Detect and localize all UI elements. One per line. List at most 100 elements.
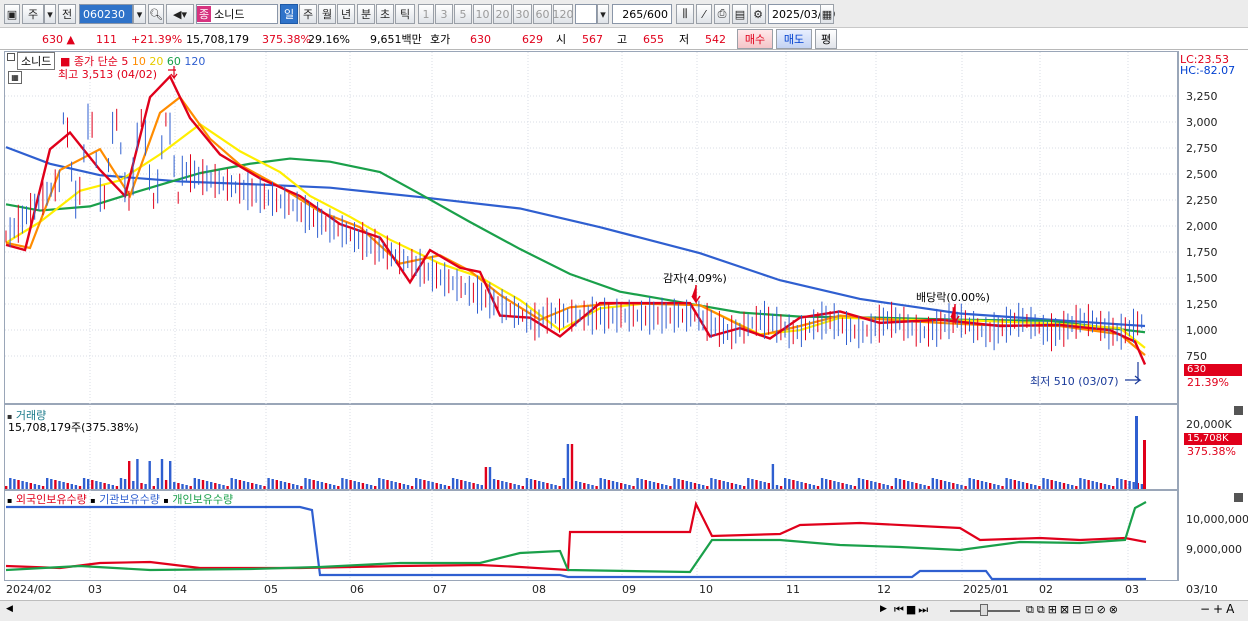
stock-name-tag[interactable]: 소니드 <box>17 52 56 70</box>
volume-bar <box>743 486 746 489</box>
volume-bar <box>480 485 483 489</box>
volume-bar <box>972 479 975 489</box>
volume-bar <box>54 480 57 489</box>
volume-bar <box>870 481 873 489</box>
volume-bar <box>226 486 229 489</box>
volume-bar <box>591 485 594 489</box>
volume-bar <box>333 485 336 489</box>
volume-bar <box>644 480 647 489</box>
panel-close-icon[interactable] <box>1234 406 1243 415</box>
panel-menu-icon[interactable]: ▪ <box>7 496 12 505</box>
volume-bar <box>861 479 865 489</box>
volume-bar <box>648 481 652 489</box>
volume-bar <box>706 486 709 489</box>
volume-bar <box>849 485 852 489</box>
volume-bar <box>82 478 86 489</box>
volume-bar <box>579 482 582 489</box>
volume-bar <box>837 482 840 489</box>
volume-bar <box>812 485 816 489</box>
volume-bar <box>115 486 119 489</box>
table-icon[interactable]: ▦ <box>8 71 22 84</box>
volume-bar <box>58 481 61 489</box>
volume-bar <box>123 479 127 489</box>
volume-bar <box>382 479 385 489</box>
volume-bar <box>66 483 69 489</box>
volume-bar <box>447 486 451 489</box>
y-tick: 2,500 <box>1186 168 1218 181</box>
volume-bar <box>1038 486 1041 489</box>
volume-bar <box>816 486 820 489</box>
volume-bar <box>595 486 598 489</box>
volume-bar <box>1013 480 1016 489</box>
volume-bar <box>775 485 779 489</box>
volume-bar <box>956 484 959 489</box>
volume-bar <box>435 483 438 489</box>
volume-chart-group <box>5 416 1146 489</box>
volume-bar <box>993 484 996 489</box>
volume-bar <box>640 479 643 489</box>
x-tick: 03 <box>88 583 102 596</box>
zoom-slider-handle[interactable] <box>980 604 988 616</box>
volume-bar <box>431 482 434 489</box>
volume-bar <box>1071 485 1074 489</box>
volume-bar <box>874 482 877 489</box>
playback-controls[interactable]: ⏮■⏭ <box>894 603 930 617</box>
volume-bar <box>1091 481 1094 489</box>
volume-bar <box>218 484 221 489</box>
volume-bar <box>472 483 475 489</box>
volume-last-tag: 15,708K <box>1184 433 1242 445</box>
volume-bar <box>804 483 807 489</box>
scroll-left-icon[interactable]: ◀ <box>6 604 13 614</box>
volume-bar <box>771 464 775 489</box>
volume-bar <box>603 479 606 489</box>
volume-bar <box>1001 486 1004 489</box>
volume-bar <box>1143 440 1146 489</box>
holding-legend[interactable]: ▪ 외국인보유수량 ▪ 기관보유수량 ▪ 개인보유수량 <box>7 491 233 507</box>
volume-bar <box>74 485 78 489</box>
volume-bar <box>943 481 947 489</box>
volume-bar <box>197 479 201 489</box>
volume-bar <box>788 479 791 489</box>
zoom-icons[interactable]: −+A <box>1200 602 1237 616</box>
event-capital-reduction: 감자(4.09%) <box>663 272 727 285</box>
chart-tools-icons[interactable]: ⧉⧉⊞⊠⊟⊡⊘⊗ <box>1026 603 1121 617</box>
volume-bar <box>451 478 455 489</box>
y-tick: 9,000,000 <box>1186 543 1242 556</box>
volume-bar <box>845 484 848 489</box>
volume-bar <box>91 480 94 489</box>
volume-bar <box>103 483 106 489</box>
volume-bar <box>853 486 857 489</box>
chart-canvas[interactable] <box>0 0 1248 600</box>
volume-bar <box>205 481 209 489</box>
panel-close-icon[interactable] <box>1234 493 1243 502</box>
scroll-right-icon[interactable]: ▶ <box>880 604 887 614</box>
volume-bar <box>439 484 442 489</box>
y-tick: 2,000 <box>1186 220 1218 233</box>
x-tick: 03/10 <box>1186 583 1218 596</box>
x-tick: 02 <box>1039 583 1053 596</box>
volume-bar <box>312 480 315 489</box>
volume-bar <box>505 482 508 489</box>
volume-bar <box>702 485 705 489</box>
volume-bar <box>456 479 459 489</box>
volume-bar <box>546 483 549 489</box>
volume-bar <box>693 483 697 489</box>
volume-bar <box>624 484 627 489</box>
volume-bar <box>878 483 881 489</box>
volume-bar <box>304 478 307 489</box>
volume-bar <box>533 480 537 489</box>
volume-bar <box>566 444 570 489</box>
volume-bar <box>464 481 467 489</box>
x-tick: 12 <box>877 583 891 596</box>
foreign-legend: 외국인보유수량 <box>15 493 87 506</box>
volume-bar <box>894 478 898 489</box>
volume-bar <box>755 480 758 489</box>
volume-bar <box>1030 484 1033 489</box>
y-tick: 3,250 <box>1186 90 1218 103</box>
panel-menu-icon[interactable] <box>7 53 15 61</box>
volume-bar <box>132 481 135 489</box>
volume-bar <box>107 484 110 489</box>
volume-bar <box>275 480 278 489</box>
volume-bar <box>419 479 422 489</box>
volume-bar <box>41 486 45 489</box>
